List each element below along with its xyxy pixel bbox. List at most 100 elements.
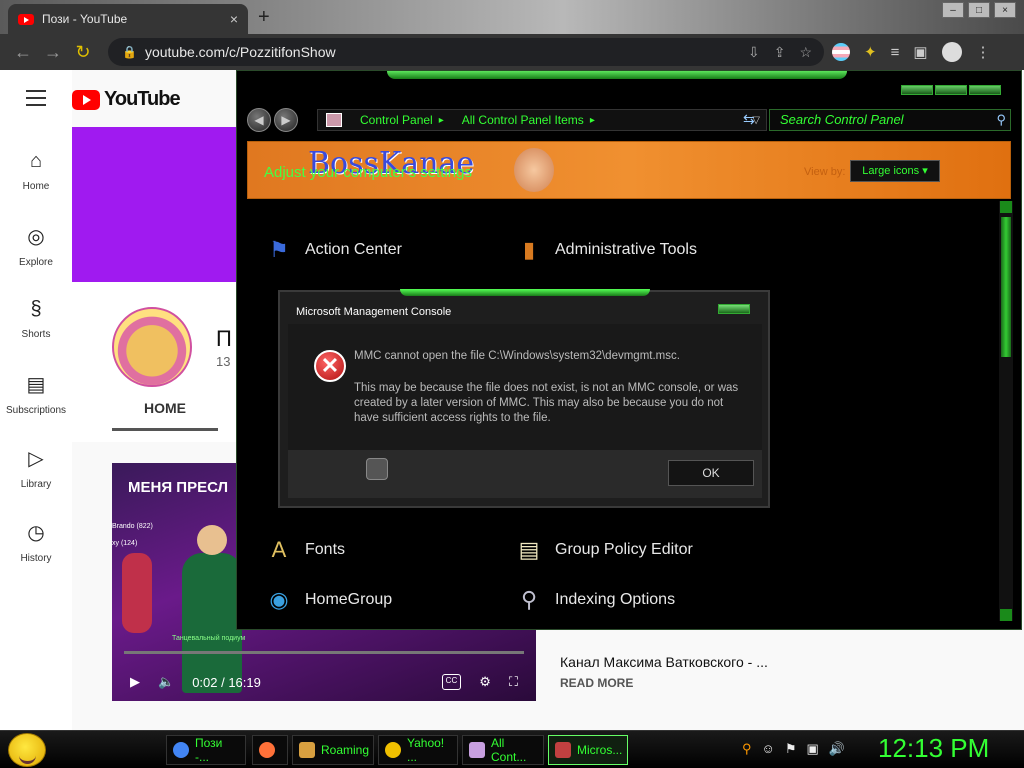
mmc-icon [555,742,571,758]
extension-flag-icon[interactable] [832,43,850,61]
tray-flag-icon[interactable]: ⚑ [785,741,797,757]
browser-tab-youtube[interactable]: Пози - YouTube × [8,4,248,34]
channel-header: П 13 HOME [72,282,238,442]
close-window-button[interactable]: × [994,2,1016,18]
sidebar-item-library[interactable]: ▷ Library [0,446,72,490]
channel-avatar[interactable] [112,307,192,387]
taskbar-item-firefox[interactable] [252,735,288,765]
subscriptions-icon: ▤ [26,374,46,396]
address-bar[interactable]: 🔒 youtube.com/c/PozzitifonShow ⇩ ⇪ ☆ [108,38,824,66]
sidebar-item-history[interactable]: ◷ History [0,520,72,564]
cp-refresh-icon[interactable]: ⇆ [743,111,755,128]
network-icon[interactable]: ▣ [806,741,818,757]
shorts-icon: § [30,298,42,320]
cp-search-placeholder: Search Control Panel [780,112,904,127]
side-panel-icon[interactable]: ▣ [913,43,927,61]
new-tab-button[interactable]: + [258,6,270,29]
tray-smiley-icon[interactable]: ☺ [762,741,775,757]
chrome-icon [173,742,189,758]
tray-search-icon[interactable]: ⚲ [742,741,752,757]
youtube-sidebar: ⌂ Home ◎ Explore § Shorts ▤ Subscription… [0,70,72,730]
cp-item-administrative-tools[interactable]: ▮ Administrative Tools [513,234,697,266]
volume-icon[interactable]: 🔊 [829,741,845,757]
taskbar-item-chrome[interactable]: Пози -... [166,735,246,765]
cp-item-action-center[interactable]: ⚑ Action Center [263,234,402,266]
cp-back-icon[interactable]: ◀ [247,108,271,132]
video-description-title[interactable]: Канал Максима Ватковского - ... [560,654,768,670]
mmc-error-dialog: Microsoft Management Console ✕ MMC canno… [278,289,770,508]
sidebar-item-label: Shorts [21,329,51,340]
youtube-play-icon [72,89,100,110]
scroll-thumb[interactable] [1001,217,1011,357]
cp-minimize-button[interactable] [901,85,933,95]
sidebar-item-explore[interactable]: ◎ Explore [0,224,72,268]
policy-icon: ▤ [518,537,540,562]
cp-item-homegroup[interactable]: ◉ HomeGroup [263,584,392,616]
ok-button[interactable]: OK [668,460,754,486]
cp-scrollbar[interactable] [999,201,1013,621]
scroll-up-icon[interactable] [1000,201,1012,213]
youtube-logo[interactable]: YouTube [72,88,181,111]
back-arrow-icon[interactable]: ← [8,42,38,63]
admin-tools-icon: ▮ [522,237,536,262]
breadcrumb-separator-icon[interactable]: ▸ [590,115,595,126]
camera-icon [366,458,388,480]
breadcrumb-control-panel[interactable]: Control Panel [360,113,433,127]
chrome-menu-icon[interactable]: ⋮ [976,43,991,61]
play-icon[interactable]: ▶ [130,674,140,690]
taskbar-item-mmc[interactable]: Micros... [548,735,628,765]
sidebar-item-shorts[interactable]: § Shorts [0,298,72,340]
dialog-close-button[interactable] [718,304,750,314]
scroll-down-icon[interactable] [1000,609,1012,621]
breadcrumb-separator-icon[interactable]: ▸ [439,115,444,126]
taskbar-item-label: Micros... [577,743,623,757]
control-panel-folder-icon [326,113,342,127]
read-more-link[interactable]: READ MORE [560,676,633,690]
maximize-button[interactable]: □ [968,2,990,18]
hamburger-menu-icon[interactable] [26,90,46,111]
system-tray: ⚲ ☺ ⚑ ▣ 🔊 [742,741,845,757]
cp-search-input[interactable]: Search Control Panel ⚲ [769,109,1011,131]
taskbar-item-roaming[interactable]: Roaming [292,735,374,765]
sidebar-item-subscriptions[interactable]: ▤ Subscriptions [0,372,72,416]
forward-arrow-icon[interactable]: → [38,42,68,63]
captions-icon[interactable]: CC [441,674,462,690]
share-icon[interactable]: ⇪ [774,44,786,61]
video-overlay-title: МЕНЯ ПРЕСЛ [128,479,229,496]
reload-icon[interactable]: ↻ [68,42,98,63]
fullscreen-icon[interactable]: ⛶ [509,674,518,690]
minimize-button[interactable]: – [942,2,964,18]
sidebar-item-home[interactable]: ⌂ Home [0,150,72,192]
tab-home[interactable]: HOME [112,400,218,431]
cp-item-label: Group Policy Editor [555,541,693,558]
video-floor-label: Танцевальный подиум [172,635,246,642]
extensions-puzzle-icon[interactable]: ✦ [864,43,877,61]
dialog-body: ✕ MMC cannot open the file C:\Windows\sy… [288,324,762,450]
taskbar-item-yahoo[interactable]: Yahoo! ... [378,735,458,765]
video-time: 0:02 / 16:19 [192,674,261,690]
folder-icon [299,742,315,758]
control-panel-icon [469,742,485,758]
cp-item-indexing-options[interactable]: ⚲ Indexing Options [513,584,675,616]
cp-forward-icon[interactable]: ▶ [274,108,298,132]
install-app-icon[interactable]: ⇩ [748,44,760,61]
search-icon[interactable]: ⚲ [996,110,1006,130]
cp-address-bar[interactable]: Control Panel ▸ All Control Panel Items … [317,109,767,131]
volume-icon[interactable]: 🔈 [158,674,174,690]
cp-close-button[interactable] [969,85,1001,95]
video-controls: ▶ 🔈 0:02 / 16:19 CC ⚙ ⛶ [112,663,536,701]
taskbar-clock[interactable]: 12:13 PM [878,733,989,764]
cp-maximize-button[interactable] [935,85,967,95]
settings-gear-icon[interactable]: ⚙ [479,674,491,690]
view-by-dropdown[interactable]: Large icons ▾ [850,160,940,182]
tab-close-icon[interactable]: × [230,11,238,27]
profile-avatar-icon[interactable] [941,42,962,62]
breadcrumb-all-items[interactable]: All Control Panel Items [462,113,584,127]
video-progress-bar[interactable] [124,651,524,654]
cp-item-fonts[interactable]: A Fonts [263,534,345,566]
bookmark-star-icon[interactable]: ☆ [799,44,812,61]
reading-list-icon[interactable]: ≡ [891,44,900,61]
cp-item-group-policy-editor[interactable]: ▤ Group Policy Editor [513,534,693,566]
taskbar-item-control-panel[interactable]: All Cont... [462,735,544,765]
start-button-smiley-icon[interactable] [8,733,46,767]
